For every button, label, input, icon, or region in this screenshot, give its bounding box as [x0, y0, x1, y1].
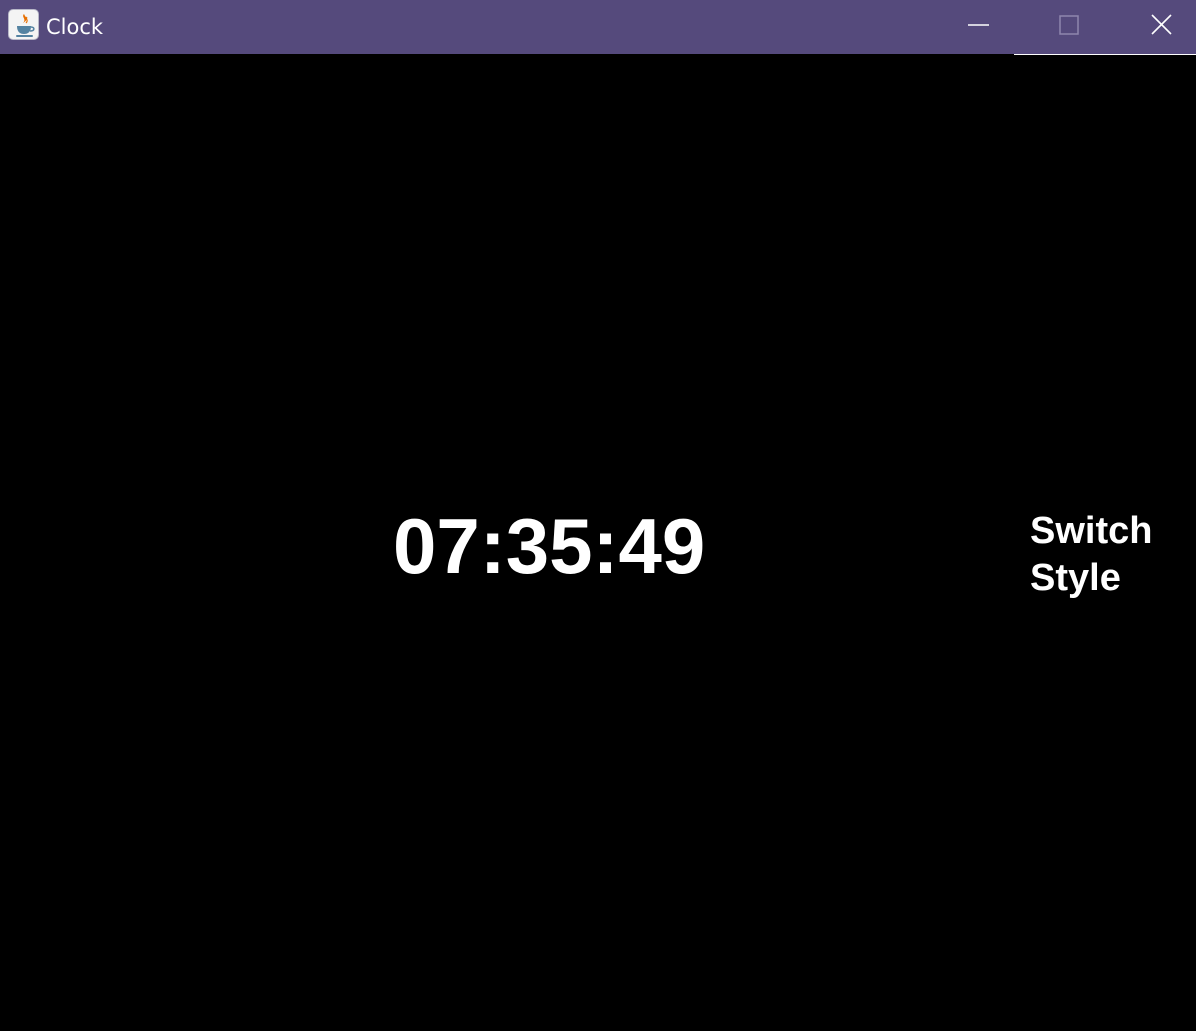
digital-clock-time: 07:35:49: [393, 502, 706, 590]
switch-style-label-line1: Switch: [1030, 510, 1153, 552]
maximize-button[interactable]: [1023, 0, 1115, 54]
title-bar[interactable]: Clock: [0, 0, 1196, 54]
minimize-icon: [968, 24, 989, 26]
maximize-icon: [1059, 15, 1079, 35]
window-title: Clock: [46, 15, 104, 39]
close-icon: [1151, 14, 1172, 35]
java-icon[interactable]: [8, 9, 39, 40]
clock-window: Clock 07:35:49 Switch Style: [0, 0, 1196, 1031]
minimize-button[interactable]: [932, 0, 1024, 54]
panel-divider: [1014, 54, 1196, 55]
switch-style-label-line2: Style: [1030, 557, 1121, 599]
switch-style-button[interactable]: Switch Style: [1030, 508, 1180, 604]
close-button[interactable]: [1115, 0, 1196, 54]
